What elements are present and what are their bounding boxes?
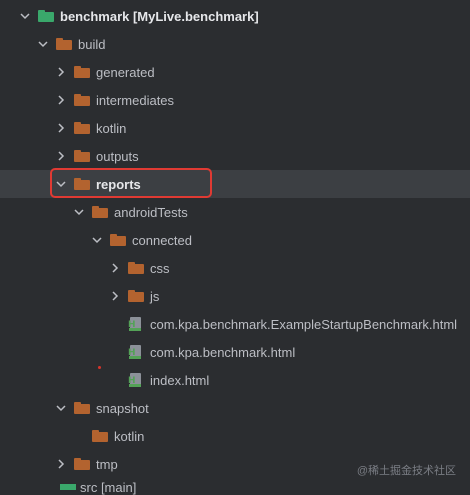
- folder-icon: [74, 150, 90, 162]
- tree-row-outputs[interactable]: outputs: [0, 142, 470, 170]
- tree-row-label: kotlin: [114, 428, 145, 444]
- folder-icon: [56, 38, 72, 50]
- folder-icon: [74, 402, 90, 414]
- folder-icon: [74, 94, 90, 106]
- tree-row-label: snapshot: [96, 400, 149, 416]
- folder-icon: [128, 262, 144, 274]
- tree-row-label: outputs: [96, 148, 139, 164]
- tree-row-label: com.kpa.benchmark.ExampleStartupBenchmar…: [150, 316, 458, 332]
- tree-row-build[interactable]: build: [0, 30, 470, 58]
- chevron-down-icon[interactable]: [18, 9, 32, 23]
- chevron-right-icon[interactable]: [54, 65, 68, 79]
- tree-row-intermediates[interactable]: intermediates: [0, 86, 470, 114]
- folder-icon: [74, 122, 90, 134]
- tree-row-label: benchmark [MyLive.benchmark]: [60, 8, 259, 24]
- html-file-icon: H: [128, 372, 144, 388]
- folder-icon: [128, 290, 144, 302]
- folder-icon: [92, 430, 108, 442]
- tree-row-generated[interactable]: generated: [0, 58, 470, 86]
- tree-row-html-file[interactable]: H com.kpa.benchmark.html: [0, 338, 470, 366]
- tree-row-snapshot[interactable]: snapshot: [0, 394, 470, 422]
- tree-row-css[interactable]: css: [0, 254, 470, 282]
- chevron-down-icon[interactable]: [54, 177, 68, 191]
- chevron-right-icon[interactable]: [54, 149, 68, 163]
- tree-row-label: js: [150, 288, 160, 304]
- tree-row-label: reports: [96, 176, 141, 192]
- folder-icon: [92, 206, 108, 218]
- html-file-icon: H: [128, 316, 144, 332]
- chevron-down-icon[interactable]: [36, 37, 50, 51]
- chevron-right-icon[interactable]: [108, 261, 122, 275]
- tree-row-benchmark[interactable]: benchmark [MyLive.benchmark]: [0, 2, 470, 30]
- module-folder-icon: [60, 484, 76, 490]
- chevron-right-icon[interactable]: [54, 457, 68, 471]
- tree-row-js[interactable]: js: [0, 282, 470, 310]
- watermark: @稀土掘金技术社区: [356, 465, 456, 477]
- red-dot-marker: [98, 366, 101, 369]
- tree-row-label: css: [150, 260, 170, 276]
- folder-icon: [110, 234, 126, 246]
- chevron-right-icon[interactable]: [54, 93, 68, 107]
- tree-row-label: index.html: [150, 372, 210, 388]
- tree-row-label: kotlin: [96, 120, 127, 136]
- folder-icon: [74, 66, 90, 78]
- tree-row-label: generated: [96, 64, 155, 80]
- folder-icon: [74, 178, 90, 190]
- tree-row-label: tmp: [96, 456, 118, 472]
- folder-icon: [74, 458, 90, 470]
- tree-row-kotlin[interactable]: kotlin: [0, 114, 470, 142]
- tree-row-label: connected: [132, 232, 192, 248]
- chevron-down-icon[interactable]: [54, 401, 68, 415]
- tree-row-label: intermediates: [96, 92, 175, 108]
- chevron-right-icon[interactable]: [54, 121, 68, 135]
- module-folder-icon: [38, 10, 54, 22]
- tree-row-html-file[interactable]: H com.kpa.benchmark.ExampleStartupBenchm…: [0, 310, 470, 338]
- tree-row-src-partial[interactable]: src [main]: [80, 480, 136, 495]
- html-file-icon: H: [128, 344, 144, 360]
- chevron-down-icon[interactable]: [72, 205, 86, 219]
- tree-row-connected[interactable]: connected: [0, 226, 470, 254]
- tree-row-snapshot-kotlin[interactable]: kotlin: [0, 422, 470, 450]
- chevron-right-icon[interactable]: [108, 289, 122, 303]
- tree-row-html-file[interactable]: H index.html: [0, 366, 470, 394]
- tree-row-label: com.kpa.benchmark.html: [150, 344, 296, 360]
- tree-row-androidtests[interactable]: androidTests: [0, 198, 470, 226]
- tree-row-reports[interactable]: reports: [0, 170, 470, 198]
- project-tree: benchmark [MyLive.benchmark] build gener…: [0, 0, 470, 495]
- chevron-down-icon[interactable]: [90, 233, 104, 247]
- tree-row-label: androidTests: [114, 204, 188, 220]
- tree-row-label: build: [78, 36, 106, 52]
